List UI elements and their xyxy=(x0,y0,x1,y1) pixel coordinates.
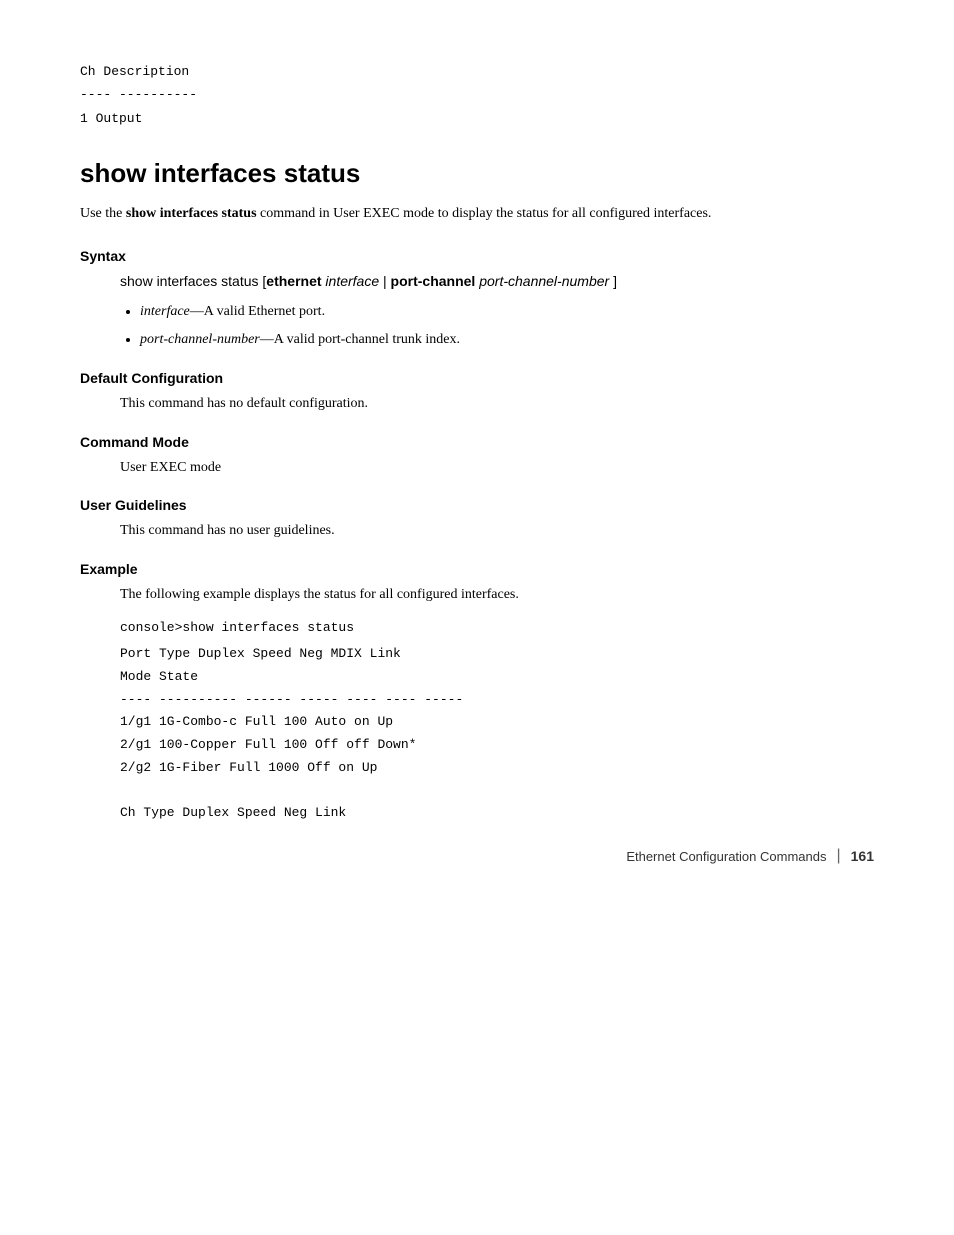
footer: Ethernet Configuration Commands | 161 xyxy=(626,847,874,865)
syntax-bullet-1-italic: interface xyxy=(140,304,190,319)
syntax-plain1: | xyxy=(379,273,390,289)
example-content: The following example displays the statu… xyxy=(120,583,874,825)
console-cmd-line: console>show interfaces status xyxy=(120,617,874,639)
user-guidelines-text: This command has no user guidelines. xyxy=(120,523,335,538)
footer-divider: | xyxy=(836,847,840,865)
table-header2: Mode State xyxy=(120,666,874,689)
syntax-bold1: ethernet xyxy=(266,273,321,289)
user-guidelines-label: User Guidelines xyxy=(80,497,874,513)
example-label: Example xyxy=(80,561,874,577)
table-row-3: 2/g2 1G-Fiber Full 1000 Off on Up xyxy=(120,757,874,780)
bottom-header: Ch Type Duplex Speed Neg Link xyxy=(120,802,874,825)
table-sep: ---- ---------- ------ ----- ---- ---- -… xyxy=(120,689,874,712)
table-row-2: 2/g1 100-Copper Full 100 Off off Down* xyxy=(120,734,874,757)
syntax-command-line: show interfaces status [ethernet interfa… xyxy=(120,270,874,294)
syntax-bullets: interface—A valid Ethernet port. port-ch… xyxy=(140,299,874,351)
table-row-1: 1/g1 1G-Combo-c Full 100 Auto on Up xyxy=(120,711,874,734)
syntax-plain-end: ] xyxy=(609,273,617,289)
section-desc-prefix: Use the xyxy=(80,206,126,221)
syntax-bullet-2: port-channel-number—A valid port-channel… xyxy=(140,327,874,352)
syntax-bold2: port-channel xyxy=(391,273,476,289)
syntax-plain-start: show interfaces status [ xyxy=(120,273,266,289)
command-mode-text: User EXEC mode xyxy=(120,460,221,475)
example-desc: The following example displays the statu… xyxy=(120,583,874,607)
section-desc: Use the show interfaces status command i… xyxy=(80,203,874,225)
command-mode-content: User EXEC mode xyxy=(120,456,874,480)
syntax-label: Syntax xyxy=(80,248,874,264)
default-config-content: This command has no default configuratio… xyxy=(120,392,874,416)
section-desc-suffix: command in User EXEC mode to display the… xyxy=(257,206,712,221)
syntax-italic1: interface xyxy=(322,273,380,289)
syntax-content: show interfaces status [ethernet interfa… xyxy=(120,270,874,352)
example-table: Port Type Duplex Speed Neg MDIX Link Mod… xyxy=(120,643,874,825)
table-header1: Port Type Duplex Speed Neg MDIX Link xyxy=(120,643,874,666)
top-code-line1: Ch Description xyxy=(80,60,874,83)
default-config-label: Default Configuration xyxy=(80,370,874,386)
example-console-cmd: console>show interfaces status xyxy=(120,617,874,639)
syntax-italic2: port-channel-number xyxy=(475,273,609,289)
section-desc-command: show interfaces status xyxy=(126,206,257,221)
top-code-block: Ch Description ---- ---------- 1 Output xyxy=(80,60,874,130)
syntax-bullet-2-italic: port-channel-number xyxy=(140,332,260,347)
syntax-bullet-1: interface—A valid Ethernet port. xyxy=(140,299,874,324)
top-code-line3: 1 Output xyxy=(80,107,874,130)
user-guidelines-content: This command has no user guidelines. xyxy=(120,519,874,543)
footer-page-number: 161 xyxy=(851,848,874,864)
section-title: show interfaces status xyxy=(80,158,874,189)
command-mode-label: Command Mode xyxy=(80,434,874,450)
top-code-line2: ---- ---------- xyxy=(80,83,874,106)
page: Ch Description ---- ---------- 1 Output … xyxy=(0,0,954,905)
footer-text: Ethernet Configuration Commands xyxy=(626,849,826,864)
default-config-text: This command has no default configuratio… xyxy=(120,396,368,411)
